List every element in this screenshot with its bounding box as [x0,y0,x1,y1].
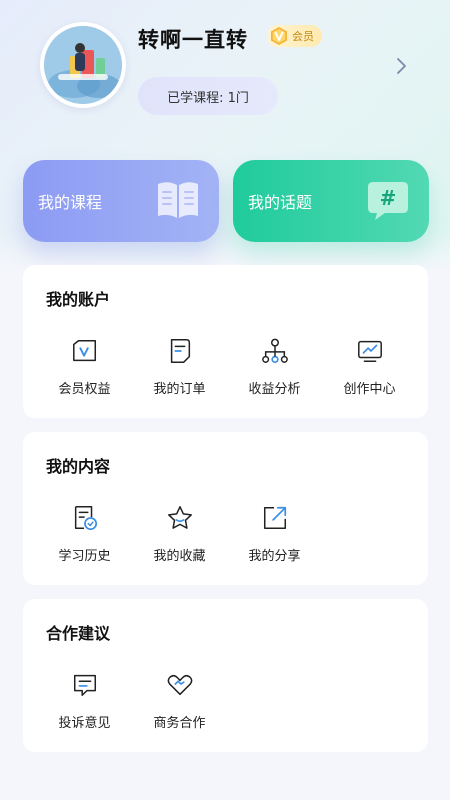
avatar-image [44,26,122,104]
my-courses-label: 我的课程 [38,193,103,212]
item-label: 我的分享 [248,549,301,564]
item-label: 商务合作 [153,716,206,731]
share-icon [263,506,286,530]
item-label: 收益分析 [248,382,301,397]
item-label: 投诉意见 [58,716,111,731]
item-label: 学习历史 [58,549,111,564]
complaints-feedback-item[interactable]: 投诉意见 [37,671,132,731]
history-icon [74,506,97,531]
section-title: 我的内容 [46,457,111,476]
business-cooperation-item[interactable]: 商务合作 [132,671,227,731]
star-icon [167,506,192,529]
vip-badge[interactable]: 会员 [267,25,322,47]
my-courses-card[interactable]: 我的课程 [23,160,219,242]
handshake-icon [167,674,192,696]
order-icon [170,339,190,363]
item-label: 我的订单 [153,382,206,397]
vip-icon [271,27,287,45]
vip-benefits-item[interactable]: 会员权益 [37,337,132,397]
my-shares-item[interactable]: 我的分享 [227,504,322,564]
earnings-analysis-item[interactable]: 收益分析 [227,337,322,397]
profile-header: 转啊一直转 会员 已学课程: 1门 [0,0,450,140]
hashtag-icon: # [368,182,408,220]
hierarchy-icon [261,338,288,364]
item-label: 会员权益 [58,382,111,397]
creation-center-item[interactable]: 创作中心 [322,337,417,397]
my-account-section: 我的账户 会员权益 我的订单 收益分析 创作中心 [23,265,428,418]
section-title: 合作建议 [46,624,111,643]
chevron-right-icon[interactable] [395,56,409,76]
my-topics-label: 我的话题 [248,193,313,212]
courses-learned-pill[interactable]: 已学课程: 1门 [138,77,278,115]
item-label: 我的收藏 [153,549,206,564]
avatar[interactable] [40,22,126,108]
monitor-chart-icon [357,340,382,363]
cooperation-section: 合作建议 投诉意见 商务合作 [23,599,428,752]
feedback-icon [73,674,96,697]
svg-text:#: # [380,186,397,210]
my-content-section: 我的内容 学习历史 我的收藏 我的分享 [23,432,428,585]
vip-label: 会员 [292,30,314,43]
section-title: 我的账户 [46,290,111,309]
vip-card-icon [72,339,96,362]
username: 转啊一直转 [138,28,248,52]
open-book-icon [158,182,198,218]
my-orders-item[interactable]: 我的订单 [132,337,227,397]
my-favorites-item[interactable]: 我的收藏 [132,504,227,564]
my-topics-card[interactable]: 我的话题 # [233,160,429,242]
item-label: 创作中心 [343,382,396,397]
study-history-item[interactable]: 学习历史 [37,504,132,564]
